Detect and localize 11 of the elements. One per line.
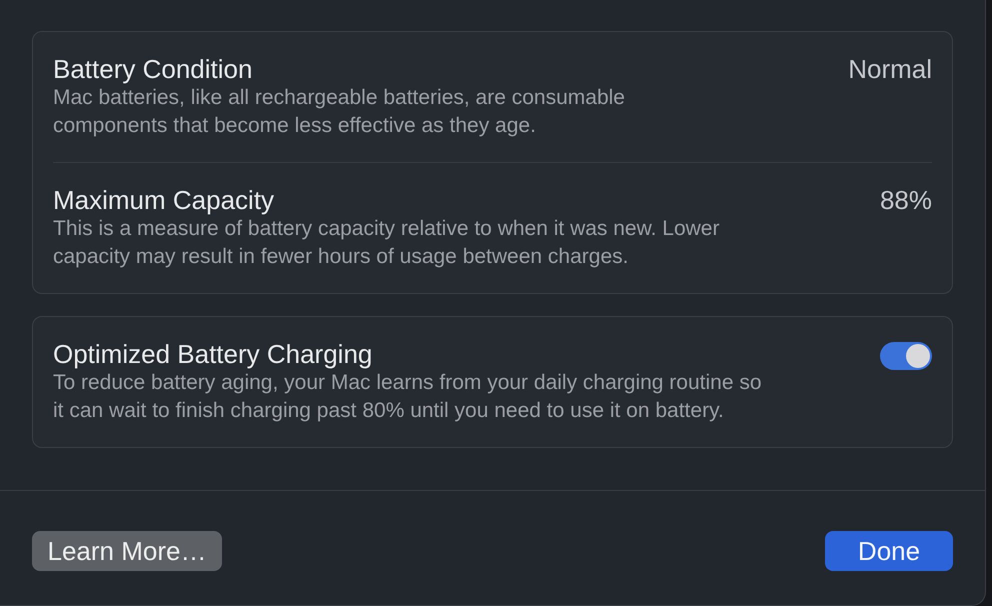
learn-more-button[interactable]: Learn More… <box>32 531 222 571</box>
done-button[interactable]: Done <box>825 531 953 571</box>
toggle-switch[interactable] <box>880 342 932 370</box>
row-title: Maximum Capacity <box>53 185 276 215</box>
row-description: To reduce battery aging, your Mac learns from your daily charging routine so it can wait to finish charging past 80% until you need to use it on battery. <box>53 370 763 424</box>
row-description: Mac batteries, like all rechargeable batteries, are consumable components that become less effective as they age. <box>53 85 626 139</box>
row-title: Optimized Battery Charging <box>53 339 374 369</box>
row-description: This is a measure of battery capacity relative to when it was new. Lower capacity may result in fewer hours of usage between charges. <box>53 216 720 270</box>
row-title: Battery Condition <box>53 54 254 84</box>
row-value: 88% <box>880 185 932 215</box>
row-value: Normal <box>848 54 932 84</box>
